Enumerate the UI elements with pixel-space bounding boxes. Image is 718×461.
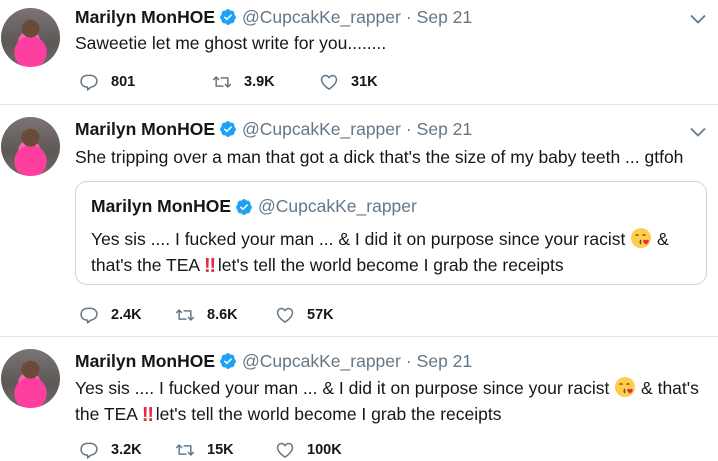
- chevron-down-icon[interactable]: [690, 127, 706, 137]
- quoted-author-handle: @CupcakKe_rapper: [258, 196, 417, 216]
- separator-dot: ·: [405, 6, 412, 27]
- retweet-icon: [212, 76, 232, 88]
- reply-icon: [80, 442, 98, 459]
- face-blowing-kiss-icon: [631, 228, 652, 248]
- like-count: 57K: [307, 307, 334, 323]
- reply-count: 801: [111, 74, 136, 90]
- tweet-text-part: let's tell the world become I grab the r…: [150, 404, 502, 424]
- double-exclamation-icon: ‼: [203, 255, 216, 277]
- retweet-button[interactable]: 8.6K: [175, 305, 275, 325]
- heart-icon: [276, 307, 294, 323]
- like-button[interactable]: 57K: [275, 305, 375, 325]
- retweet-count: 15K: [207, 442, 234, 458]
- avatar[interactable]: [1, 349, 60, 408]
- quoted-tweet[interactable]: Marilyn MonHOE @CupcakKe_rapper Yes sis …: [75, 181, 707, 285]
- tweet-header: Marilyn MonHOE @CupcakKe_rapper · Sep 21: [75, 118, 472, 140]
- reply-button[interactable]: 801: [79, 72, 212, 92]
- reply-count: 2.4K: [111, 307, 142, 323]
- chevron-down-icon[interactable]: [690, 14, 706, 24]
- retweet-icon: [175, 309, 195, 321]
- like-count: 100K: [307, 442, 342, 458]
- retweet-count: 8.6K: [207, 307, 238, 323]
- tweet-text: Saweetie let me ghost write for you.....…: [75, 33, 387, 53]
- quoted-tweet-text: Yes sis .... I fucked your man ... & I d…: [91, 226, 676, 279]
- verified-badge-icon: [220, 353, 236, 369]
- tweet-2[interactable]: Marilyn MonHOE @CupcakKe_rapper · Sep 21…: [0, 105, 718, 336]
- verified-badge-icon: [220, 9, 236, 25]
- like-button[interactable]: 100K: [275, 440, 375, 460]
- retweet-count: 3.9K: [244, 74, 275, 90]
- tweet-header: Marilyn MonHOE @CupcakKe_rapper · Sep 21: [75, 6, 472, 28]
- author-handle[interactable]: @CupcakKe_rapper: [242, 351, 401, 372]
- retweet-button[interactable]: 3.9K: [212, 72, 319, 92]
- quoted-tweet-header: Marilyn MonHOE @CupcakKe_rapper: [91, 196, 417, 217]
- quoted-author-name: Marilyn MonHOE: [91, 196, 232, 216]
- tweet-text-part: Yes sis .... I fucked your man ... & I d…: [75, 378, 615, 398]
- tweet-actions: 801 3.9K 31K: [79, 71, 419, 93]
- reply-icon: [80, 307, 98, 324]
- tweet-actions: 2.4K 8.6K 57K: [79, 304, 375, 326]
- tweet-1[interactable]: Marilyn MonHOE @CupcakKe_rapper · Sep 21…: [0, 0, 718, 105]
- author-name[interactable]: Marilyn MonHOE: [75, 7, 215, 28]
- quoted-text-part: let's tell the world become I grab the r…: [213, 255, 564, 275]
- tweet-header: Marilyn MonHOE @CupcakKe_rapper · Sep 21: [75, 350, 472, 372]
- verified-badge-icon: [220, 121, 236, 137]
- tweet-text: Yes sis .... I fucked your man ... & I d…: [75, 375, 704, 428]
- separator-dot: ·: [405, 118, 412, 139]
- heart-icon: [276, 442, 294, 458]
- avatar[interactable]: [1, 117, 60, 176]
- tweet-actions: 3.2K 15K 100K: [79, 439, 375, 461]
- reply-button[interactable]: 3.2K: [79, 440, 175, 460]
- tweet-3[interactable]: Marilyn MonHOE @CupcakKe_rapper · Sep 21…: [0, 337, 718, 461]
- like-button[interactable]: 31K: [319, 72, 419, 92]
- face-blowing-kiss-icon: [615, 377, 636, 397]
- separator-dot: ·: [405, 350, 412, 371]
- author-name[interactable]: Marilyn MonHOE: [75, 119, 215, 140]
- tweet-date[interactable]: Sep 21: [417, 351, 472, 372]
- reply-count: 3.2K: [111, 442, 142, 458]
- author-name[interactable]: Marilyn MonHOE: [75, 351, 215, 372]
- reply-icon: [80, 74, 98, 91]
- avatar[interactable]: [1, 8, 60, 67]
- reply-button[interactable]: 2.4K: [79, 305, 175, 325]
- verified-badge-icon: [236, 198, 252, 215]
- author-handle[interactable]: @CupcakKe_rapper: [242, 7, 401, 28]
- tweet-date[interactable]: Sep 21: [417, 119, 472, 140]
- retweet-icon: [175, 444, 195, 456]
- retweet-button[interactable]: 15K: [175, 440, 275, 460]
- double-exclamation-icon: ‼: [141, 404, 154, 426]
- author-handle[interactable]: @CupcakKe_rapper: [242, 119, 401, 140]
- tweet-date[interactable]: Sep 21: [417, 7, 472, 28]
- tweet-text: She tripping over a man that got a dick …: [75, 147, 684, 167]
- heart-icon: [320, 74, 338, 90]
- like-count: 31K: [351, 74, 378, 90]
- quoted-text-part: Yes sis .... I fucked your man ... & I d…: [91, 229, 631, 249]
